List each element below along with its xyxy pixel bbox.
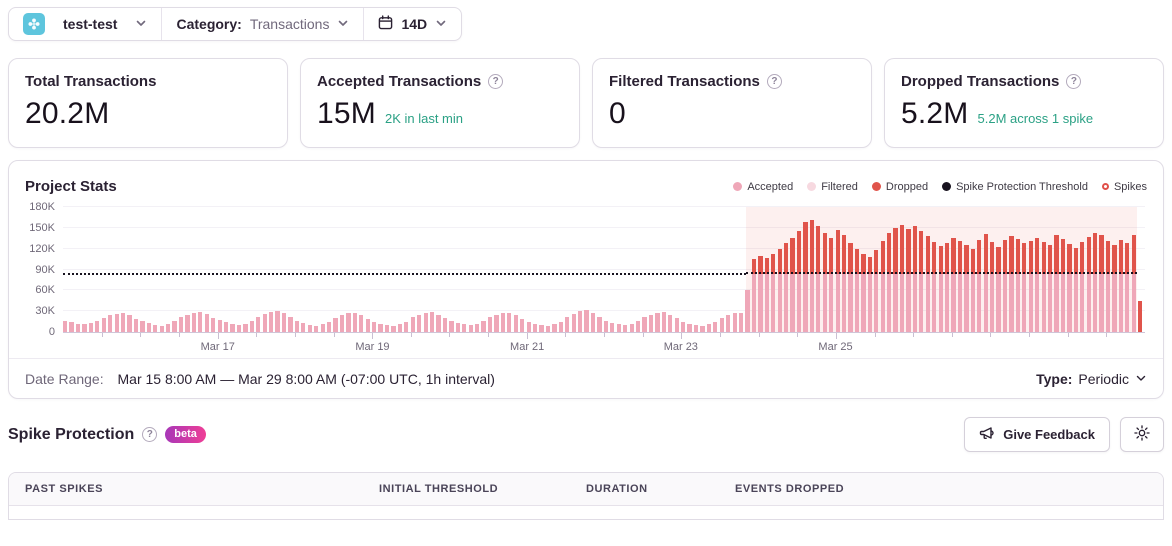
past-spikes-table: PAST SPIKES INITIAL THRESHOLD DURATION E… (8, 472, 1164, 520)
megaphone-icon (979, 425, 995, 444)
x-tick-label: Mar 17 (200, 341, 235, 353)
category-label: Category: (176, 16, 242, 32)
card-title: Dropped Transactions (901, 73, 1060, 90)
help-icon[interactable]: ? (766, 74, 782, 89)
filter-toolbar: test-test Category: Transactions 14D (8, 7, 463, 41)
help-icon[interactable]: ? (488, 74, 504, 89)
date-range-label: Date Range: (25, 370, 104, 387)
card-total-transactions: Total Transactions 20.2M (8, 58, 288, 148)
x-tick-label: Mar 21 (510, 341, 545, 353)
y-tick-label: 30K (35, 305, 55, 318)
x-axis: Mar 17 Mar 19 Mar 21 Mar 23 Mar 25 (63, 332, 1145, 358)
date-range-readout: Date Range: Mar 15 8:00 AM — Mar 29 8:00… (25, 371, 495, 387)
gear-icon (1133, 424, 1151, 445)
table-body (9, 506, 1163, 519)
legend-dot-icon (733, 182, 743, 191)
spike-protection-section-header: Spike Protection ? beta Give Feedback (8, 417, 1164, 452)
spike-protection-threshold-line (745, 271, 1138, 274)
spike-protection-title: Spike Protection (8, 425, 135, 443)
type-selector[interactable]: Type: Periodic (1036, 371, 1147, 387)
table-header-row: PAST SPIKES INITIAL THRESHOLD DURATION E… (9, 473, 1163, 506)
range-value: 14D (401, 16, 428, 32)
chart-title: Project Stats (25, 178, 117, 195)
project-name: test-test (63, 16, 118, 32)
legend-dot-icon (942, 182, 952, 191)
give-feedback-label: Give Feedback (1003, 427, 1095, 442)
chevron-down-icon (1135, 371, 1147, 387)
settings-button[interactable] (1120, 417, 1164, 452)
legend-item-accepted[interactable]: Accepted (733, 181, 793, 193)
y-axis: 0 30K 60K 90K 120K 150K 180K (19, 201, 63, 338)
chevron-down-icon (135, 16, 147, 32)
card-subtext: 5.2M across 1 spike (977, 111, 1094, 126)
give-feedback-button[interactable]: Give Feedback (964, 417, 1110, 452)
card-title: Accepted Transactions (317, 73, 482, 90)
beta-badge: beta (165, 426, 206, 443)
x-tick-label: Mar 19 (355, 341, 390, 353)
legend-dot-icon (807, 182, 817, 191)
y-tick-label: 90K (35, 263, 55, 276)
card-title: Total Transactions (25, 73, 157, 90)
category-selector[interactable]: Category: Transactions (161, 8, 363, 40)
usage-stats-page: test-test Category: Transactions 14D Tot… (0, 0, 1172, 520)
help-icon[interactable]: ? (1066, 74, 1082, 89)
y-tick-label: 0 (48, 326, 55, 338)
category-value: Transactions (249, 16, 330, 32)
card-subtext: 2K in last min (384, 111, 464, 126)
chart-bar[interactable] (1138, 207, 1144, 332)
project-stats-panel: Project Stats Accepted Filtered Dropped Spi… (8, 160, 1164, 399)
column-header-initial-threshold: INITIAL THRESHOLD (379, 483, 499, 495)
card-accepted-transactions: Accepted Transactions ? 15M 2K in last m… (300, 58, 580, 148)
chart-footer: Date Range: Mar 15 8:00 AM — Mar 29 8:00… (9, 358, 1163, 398)
chart-legend: Accepted Filtered Dropped Spike Protection … (733, 181, 1147, 193)
y-tick-label: 180K (29, 201, 55, 213)
x-tick-label: Mar 23 (663, 341, 698, 353)
chevron-down-icon (435, 16, 447, 32)
column-header-past-spikes: PAST SPIKES (25, 483, 103, 495)
type-value: Periodic (1078, 370, 1129, 387)
help-icon[interactable]: ? (142, 427, 158, 442)
column-header-events-dropped: EVENTS DROPPED (735, 483, 845, 495)
column-header-duration: DURATION (586, 483, 648, 495)
y-tick-label: 60K (35, 284, 55, 297)
card-value: 20.2M (25, 97, 110, 130)
spike-ring-icon (1101, 183, 1109, 190)
y-tick-label: 150K (29, 221, 55, 234)
legend-dot-icon (871, 182, 881, 191)
chart-body: 0 30K 60K 90K 120K 150K 180K Mar 17 Mar 19 Mar 2… (9, 201, 1163, 358)
project-selector[interactable]: test-test (9, 8, 161, 40)
date-range-selector[interactable]: 14D (363, 8, 461, 40)
project-platform-icon (23, 13, 45, 35)
y-tick-label: 120K (29, 242, 55, 255)
card-value: 0 (609, 97, 626, 130)
calendar-icon (378, 15, 393, 33)
type-label: Type: (1036, 370, 1073, 387)
chevron-down-icon (337, 16, 349, 32)
card-value: 5.2M (901, 97, 969, 130)
card-value: 15M (317, 97, 376, 130)
card-title: Filtered Transactions (609, 73, 760, 90)
card-dropped-transactions: Dropped Transactions ? 5.2M 5.2M across … (884, 58, 1164, 148)
spike-protection-threshold-line (63, 273, 746, 276)
stat-cards: Total Transactions 20.2M Accepted Transa… (8, 58, 1164, 148)
chart-plot-area[interactable] (63, 206, 1145, 332)
card-filtered-transactions: Filtered Transactions ? 0 (592, 58, 872, 148)
legend-item-dropped[interactable]: Dropped (871, 181, 928, 193)
x-tick-label: Mar 25 (818, 341, 853, 353)
legend-item-filtered[interactable]: Filtered (807, 181, 858, 193)
legend-item-spike-protection-threshold[interactable]: Spike Protection Threshold (942, 181, 1088, 193)
legend-item-spikes[interactable]: Spikes (1101, 181, 1147, 193)
date-range-value: Mar 15 8:00 AM — Mar 29 8:00 AM (-07:00 … (117, 370, 495, 387)
